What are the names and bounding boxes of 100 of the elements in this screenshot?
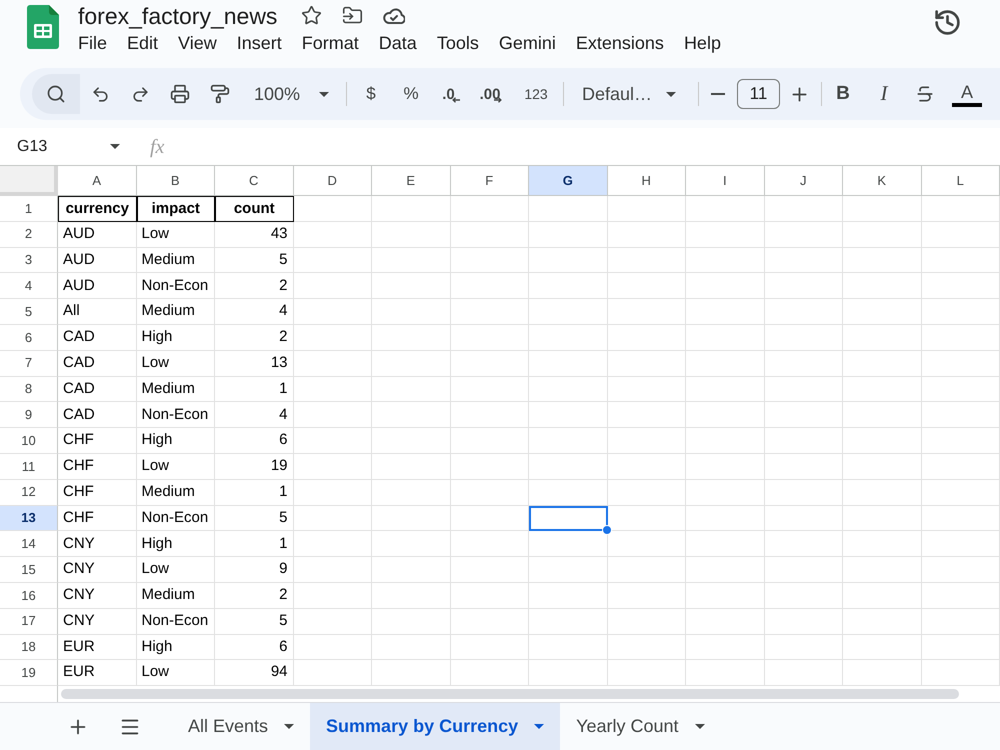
empty-cell[interactable]	[608, 428, 686, 454]
empty-cell[interactable]	[450, 608, 529, 635]
empty-cell[interactable]	[608, 196, 686, 222]
percent-format-button[interactable]: %	[391, 76, 431, 112]
empty-cell[interactable]	[294, 248, 372, 274]
empty-cell[interactable]	[529, 376, 608, 402]
empty-cell[interactable]	[294, 350, 372, 377]
empty-cell[interactable]	[372, 557, 450, 583]
empty-cell[interactable]	[608, 376, 686, 402]
row-header[interactable]: 12	[0, 480, 58, 506]
column-header[interactable]: A	[58, 166, 136, 196]
empty-cell[interactable]	[843, 299, 922, 325]
font-size-input[interactable]: 11	[737, 79, 780, 109]
row-header[interactable]: 8	[0, 376, 58, 402]
empty-cell[interactable]	[922, 299, 1000, 325]
empty-cell[interactable]	[372, 454, 450, 480]
empty-cell[interactable]	[764, 531, 843, 558]
empty-cell[interactable]	[843, 428, 922, 454]
empty-cell[interactable]	[294, 634, 372, 660]
empty-cell[interactable]	[372, 222, 450, 248]
empty-cell[interactable]	[294, 454, 372, 480]
column-header[interactable]: E	[372, 166, 450, 196]
empty-cell[interactable]	[529, 608, 608, 635]
empty-cell[interactable]	[686, 376, 764, 402]
empty-cell[interactable]	[922, 506, 1000, 532]
row-header[interactable]: 5	[0, 299, 58, 325]
zoom-dropdown[interactable]: 100%	[240, 76, 336, 112]
empty-cell[interactable]	[450, 299, 529, 325]
empty-cell[interactable]	[372, 196, 450, 222]
empty-cell[interactable]	[608, 248, 686, 274]
empty-cell[interactable]	[529, 428, 608, 454]
empty-cell[interactable]	[922, 634, 1000, 660]
empty-cell[interactable]	[608, 402, 686, 428]
menu-item[interactable]: Insert	[226, 31, 292, 55]
menu-item[interactable]: Gemini	[488, 31, 566, 55]
empty-cell[interactable]	[764, 428, 843, 454]
increase-decimal-button[interactable]: .00	[471, 76, 511, 112]
empty-cell[interactable]	[529, 350, 608, 377]
empty-cell[interactable]	[372, 634, 450, 660]
name-box[interactable]: G13	[0, 132, 130, 162]
empty-cell[interactable]	[529, 480, 608, 506]
empty-cell[interactable]	[372, 299, 450, 325]
empty-cell[interactable]	[922, 402, 1000, 428]
row-header[interactable]: 6	[0, 324, 58, 351]
empty-cell[interactable]	[922, 608, 1000, 635]
empty-cell[interactable]	[922, 222, 1000, 248]
empty-cell[interactable]	[764, 299, 843, 325]
empty-cell[interactable]	[372, 376, 450, 402]
empty-cell[interactable]	[372, 324, 450, 351]
empty-cell[interactable]	[843, 222, 922, 248]
empty-cell[interactable]	[764, 196, 843, 222]
empty-cell[interactable]	[843, 480, 922, 506]
empty-cell[interactable]	[450, 222, 529, 248]
select-all-corner[interactable]	[0, 166, 58, 196]
empty-cell[interactable]	[686, 273, 764, 300]
empty-cell[interactable]	[843, 350, 922, 377]
italic-button[interactable]: I	[864, 76, 904, 112]
empty-cell[interactable]	[686, 531, 764, 558]
empty-cell[interactable]	[608, 454, 686, 480]
history-icon[interactable]	[933, 8, 962, 37]
empty-cell[interactable]	[450, 273, 529, 300]
menu-item[interactable]: Extensions	[566, 31, 674, 55]
empty-cell[interactable]	[450, 634, 529, 660]
empty-cell[interactable]	[764, 480, 843, 506]
currency-format-button[interactable]: $	[351, 76, 391, 112]
empty-cell[interactable]	[608, 634, 686, 660]
row-header[interactable]: 15	[0, 557, 58, 583]
column-header[interactable]: L	[922, 166, 1000, 196]
empty-cell[interactable]	[450, 248, 529, 274]
empty-cell[interactable]	[608, 582, 686, 609]
row-header[interactable]: 9	[0, 402, 58, 428]
empty-cell[interactable]	[529, 324, 608, 351]
empty-cell[interactable]	[529, 582, 608, 609]
empty-cell[interactable]	[922, 428, 1000, 454]
empty-cell[interactable]	[450, 196, 529, 222]
row-header[interactable]: 16	[0, 582, 58, 609]
sheet-tab[interactable]: Yearly Count	[560, 703, 721, 750]
empty-cell[interactable]	[372, 273, 450, 300]
star-icon[interactable]	[301, 5, 322, 26]
empty-cell[interactable]	[608, 531, 686, 558]
empty-cell[interactable]	[294, 196, 372, 222]
column-header[interactable]: F	[450, 166, 529, 196]
empty-cell[interactable]	[686, 324, 764, 351]
empty-cell[interactable]	[922, 480, 1000, 506]
font-dropdown[interactable]: Defaul…	[564, 76, 688, 112]
column-header[interactable]: I	[686, 166, 764, 196]
empty-cell[interactable]	[529, 299, 608, 325]
empty-cell[interactable]	[686, 480, 764, 506]
row-header[interactable]: 7	[0, 350, 58, 377]
empty-cell[interactable]	[686, 634, 764, 660]
empty-cell[interactable]	[686, 402, 764, 428]
empty-cell[interactable]	[294, 273, 372, 300]
empty-cell[interactable]	[764, 324, 843, 351]
empty-cell[interactable]	[529, 454, 608, 480]
row-header[interactable]: 1	[0, 196, 58, 222]
empty-cell[interactable]	[686, 428, 764, 454]
empty-cell[interactable]	[764, 582, 843, 609]
empty-cell[interactable]	[843, 634, 922, 660]
empty-cell[interactable]	[450, 428, 529, 454]
empty-cell[interactable]	[686, 222, 764, 248]
